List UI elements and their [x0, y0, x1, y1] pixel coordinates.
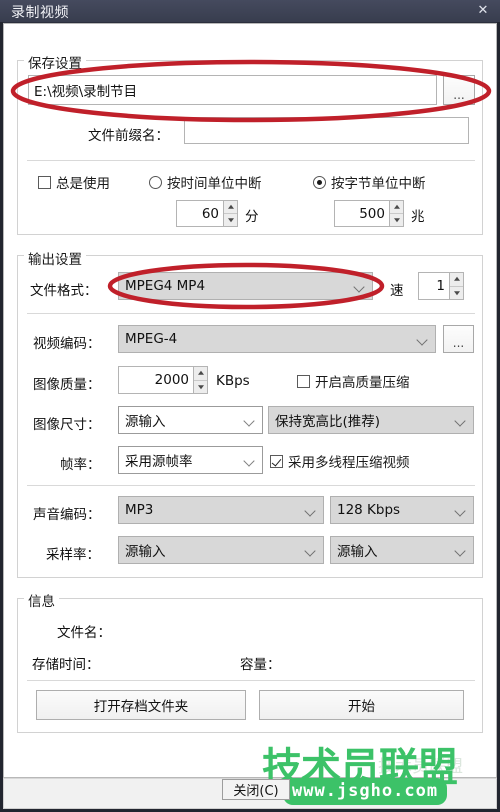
break-by-time-label: 按时间单位中断 [167, 176, 262, 192]
framerate-label: 帧率： [60, 457, 101, 473]
open-archive-folder-button[interactable]: 打开存档文件夹 [36, 690, 246, 720]
stepper-up[interactable] [450, 273, 463, 287]
speed-value: 1 [418, 272, 449, 300]
audio-bitrate-combo[interactable]: 128 Kbps [330, 496, 474, 524]
close-x-icon[interactable]: ✕ [474, 3, 492, 19]
image-size-label: 图像尺寸： [33, 417, 101, 433]
stepper-up[interactable] [194, 367, 207, 381]
chevron-down-icon [305, 544, 317, 556]
file-prefix-label: 文件前缀名： [88, 128, 169, 144]
checkbox-box [270, 454, 283, 468]
audio-bitrate-value: 128 Kbps [337, 502, 401, 518]
close-button[interactable]: 关闭(C) [222, 779, 290, 800]
save-path-input[interactable]: E:\视频\录制节目 [28, 75, 437, 105]
high-quality-compress-checkbox[interactable]: 开启高质量压缩 [297, 371, 410, 391]
save-settings-divider [27, 160, 475, 161]
speed-label: 速 [390, 283, 404, 299]
save-path-value: E:\视频\录制节目 [34, 84, 138, 100]
audio-channels-value: 源输入 [337, 544, 378, 560]
samplerate-combo[interactable]: 源输入 [118, 536, 324, 564]
record-video-dialog: 录制视频 ✕ 保存设置 E:\视频\录制节目 ... 文件前缀名： 总是使用 按… [0, 0, 500, 812]
filename-label: 文件名： [57, 625, 111, 641]
video-codec-combo[interactable]: MPEG-4 [118, 325, 436, 353]
stepper-buttons[interactable] [223, 200, 238, 227]
aspect-ratio-value: 保持宽高比(推荐) [275, 414, 381, 430]
save-settings-title: 保存设置 [24, 52, 86, 72]
chevron-down-icon [417, 333, 429, 345]
always-use-checkbox[interactable]: 总是使用 [38, 172, 110, 192]
size-interval-stepper[interactable]: 500 [334, 200, 404, 227]
chevron-down-icon [455, 414, 467, 426]
file-format-label: 文件格式： [30, 283, 98, 299]
high-quality-compress-label: 开启高质量压缩 [315, 375, 410, 391]
output-settings-title: 输出设置 [24, 248, 86, 268]
stepper-down[interactable] [224, 214, 237, 226]
browse-folder-button[interactable]: ... [443, 75, 475, 105]
radio-circle [149, 175, 162, 189]
capacity-label: 容量： [240, 657, 281, 673]
time-interval-value: 60 [176, 200, 223, 227]
always-use-label: 总是使用 [56, 176, 110, 192]
video-codec-value: MPEG-4 [125, 331, 178, 347]
stepper-down[interactable] [194, 381, 207, 394]
chevron-down-icon [244, 414, 256, 426]
aspect-ratio-combo[interactable]: 保持宽高比(推荐) [268, 406, 474, 434]
file-format-value: MPEG4 MP4 [125, 278, 206, 294]
radio-circle [313, 175, 326, 189]
break-by-size-label: 按字节单位中断 [331, 176, 426, 192]
start-button[interactable]: 开始 [259, 690, 464, 720]
time-interval-stepper[interactable]: 60 [176, 200, 238, 227]
file-prefix-input[interactable] [184, 117, 469, 144]
size-interval-value: 500 [334, 200, 389, 227]
output-divider-2 [27, 485, 475, 486]
stepper-down[interactable] [450, 287, 463, 300]
image-size-value: 源输入 [125, 414, 166, 430]
checkbox-box [297, 374, 310, 388]
audio-codec-value: MP3 [125, 502, 154, 518]
stepper-buttons[interactable] [389, 200, 404, 227]
savetime-label: 存储时间： [32, 657, 100, 673]
watermark-url: www.jsgho.com [283, 778, 448, 805]
audio-codec-label: 声音编码： [33, 507, 101, 523]
file-format-combo[interactable]: MPEG4 MP4 [118, 272, 373, 300]
image-quality-unit: KBps [216, 373, 250, 389]
time-unit-label: 分 [245, 209, 259, 225]
image-quality-label: 图像质量： [33, 377, 101, 393]
info-divider [27, 680, 475, 681]
break-by-time-radio[interactable]: 按时间单位中断 [149, 172, 262, 192]
output-divider-1 [27, 313, 475, 314]
multithread-compress-checkbox[interactable]: 采用多线程压缩视频 [270, 451, 410, 471]
image-quality-stepper[interactable]: 2000 [118, 366, 208, 394]
chevron-down-icon [455, 544, 467, 556]
video-codec-label: 视频编码： [33, 336, 101, 352]
stepper-buttons[interactable] [449, 272, 464, 300]
chevron-down-icon [455, 504, 467, 516]
checkbox-box [38, 175, 51, 189]
framerate-combo[interactable]: 采用源帧率 [118, 446, 263, 474]
samplerate-value: 源输入 [125, 544, 166, 560]
samplerate-label: 采样率： [46, 547, 100, 563]
speed-stepper[interactable]: 1 [418, 272, 464, 300]
stepper-up[interactable] [390, 201, 403, 214]
size-unit-label: 兆 [411, 209, 425, 225]
multithread-compress-label: 采用多线程压缩视频 [288, 455, 410, 471]
info-group-title: 信息 [24, 590, 59, 610]
stepper-down[interactable] [390, 214, 403, 226]
chevron-down-icon [305, 504, 317, 516]
framerate-value: 采用源帧率 [125, 454, 193, 470]
window-title: 录制视频 [11, 5, 69, 21]
chevron-down-icon [244, 454, 256, 466]
video-codec-config-button[interactable]: ... [443, 325, 474, 353]
audio-codec-combo[interactable]: MP3 [118, 496, 324, 524]
image-quality-value: 2000 [118, 366, 193, 394]
stepper-buttons[interactable] [193, 366, 208, 394]
stepper-up[interactable] [224, 201, 237, 214]
audio-channels-combo[interactable]: 源输入 [330, 536, 474, 564]
chevron-down-icon [354, 280, 366, 292]
break-by-size-radio[interactable]: 按字节单位中断 [313, 172, 426, 192]
title-bar: 录制视频 ✕ [0, 0, 500, 23]
image-size-combo[interactable]: 源输入 [118, 406, 263, 434]
